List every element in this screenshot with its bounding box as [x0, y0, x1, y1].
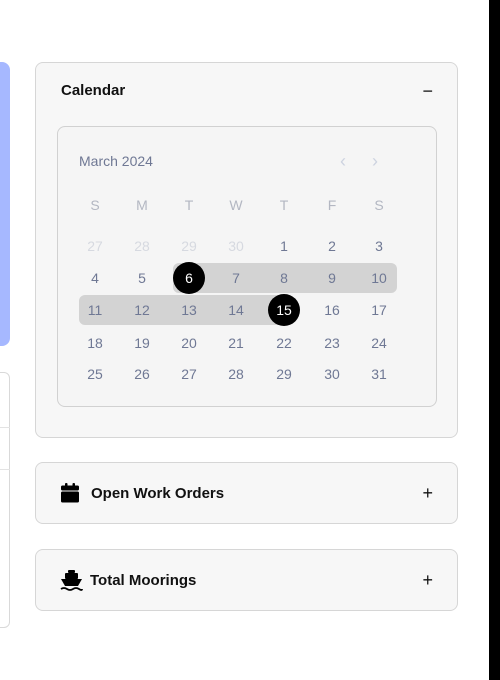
calendar-day[interactable]: 4 — [79, 262, 111, 294]
weekday-label: T — [184, 197, 194, 213]
boat-icon — [60, 570, 83, 591]
calendar-day[interactable]: 25 — [79, 358, 111, 390]
open-work-orders-title: Open Work Orders — [91, 485, 225, 502]
weekday-label: T — [279, 197, 289, 213]
weekday-label: S — [90, 197, 100, 213]
calendar-day[interactable]: 2 — [316, 230, 348, 262]
prev-month-icon[interactable]: ‹ — [340, 151, 346, 172]
total-moorings-card[interactable]: Total Moorings + — [35, 549, 458, 611]
calendar-day[interactable]: 27 — [79, 230, 111, 262]
calendar-day[interactable]: 9 — [316, 262, 348, 294]
weekday-label: F — [327, 197, 337, 213]
calendar-day[interactable]: 12 — [126, 294, 158, 326]
calendar-day[interactable]: 18 — [79, 327, 111, 359]
calendar-day[interactable]: 14 — [220, 294, 252, 326]
calendar-day[interactable]: 24 — [363, 327, 395, 359]
scrollbar-edge — [489, 0, 500, 680]
weekday-label: M — [136, 197, 148, 213]
calendar-day[interactable]: 10 — [363, 262, 395, 294]
total-moorings-title: Total Moorings — [90, 572, 197, 589]
calendar-day[interactable]: 8 — [268, 262, 300, 294]
selected-day[interactable]: 6 — [173, 262, 205, 294]
calendar-day[interactable]: 7 — [220, 262, 252, 294]
selected-day[interactable]: 15 — [268, 294, 300, 326]
calendar-day[interactable]: 28 — [220, 358, 252, 390]
calendar-day[interactable]: 20 — [173, 327, 205, 359]
calendar-day[interactable]: 11 — [79, 294, 111, 326]
weekday-label: W — [229, 197, 243, 213]
calendar-day[interactable]: 16 — [316, 294, 348, 326]
collapse-calendar-button[interactable]: − — [422, 82, 433, 100]
calendar-icon — [61, 483, 79, 503]
calendar-day[interactable]: 3 — [363, 230, 395, 262]
calendar-day[interactable]: 21 — [220, 327, 252, 359]
calendar-day[interactable]: 29 — [173, 230, 205, 262]
divider — [0, 469, 10, 470]
calendar-day[interactable]: 31 — [363, 358, 395, 390]
calendar-day[interactable]: 1 — [268, 230, 300, 262]
calendar-day[interactable]: 22 — [268, 327, 300, 359]
calendar-day[interactable]: 13 — [173, 294, 205, 326]
calendar-day[interactable]: 23 — [316, 327, 348, 359]
calendar-day[interactable]: 19 — [126, 327, 158, 359]
calendar-day[interactable]: 27 — [173, 358, 205, 390]
calendar-day[interactable]: 28 — [126, 230, 158, 262]
month-label: March 2024 — [79, 153, 153, 169]
divider — [0, 427, 10, 428]
expand-moorings-button[interactable]: + — [422, 571, 433, 589]
left-panel-highlight — [0, 62, 10, 346]
calendar-day[interactable]: 5 — [126, 262, 158, 294]
calendar-day[interactable]: 26 — [126, 358, 158, 390]
date-picker: March 2024 ‹ › S M T W T F S 27 28 29 30 1 2 3… — [57, 126, 437, 407]
calendar-day[interactable]: 30 — [316, 358, 348, 390]
left-panel — [0, 372, 10, 628]
next-month-icon[interactable]: › — [372, 151, 378, 172]
calendar-day[interactable]: 17 — [363, 294, 395, 326]
expand-work-orders-button[interactable]: + — [422, 484, 433, 502]
calendar-card: Calendar − March 2024 ‹ › S M T W T F S … — [35, 62, 458, 438]
weekday-label: S — [374, 197, 384, 213]
calendar-day[interactable]: 30 — [220, 230, 252, 262]
open-work-orders-card[interactable]: Open Work Orders + — [35, 462, 458, 524]
calendar-title: Calendar — [61, 82, 126, 99]
calendar-day[interactable]: 29 — [268, 358, 300, 390]
